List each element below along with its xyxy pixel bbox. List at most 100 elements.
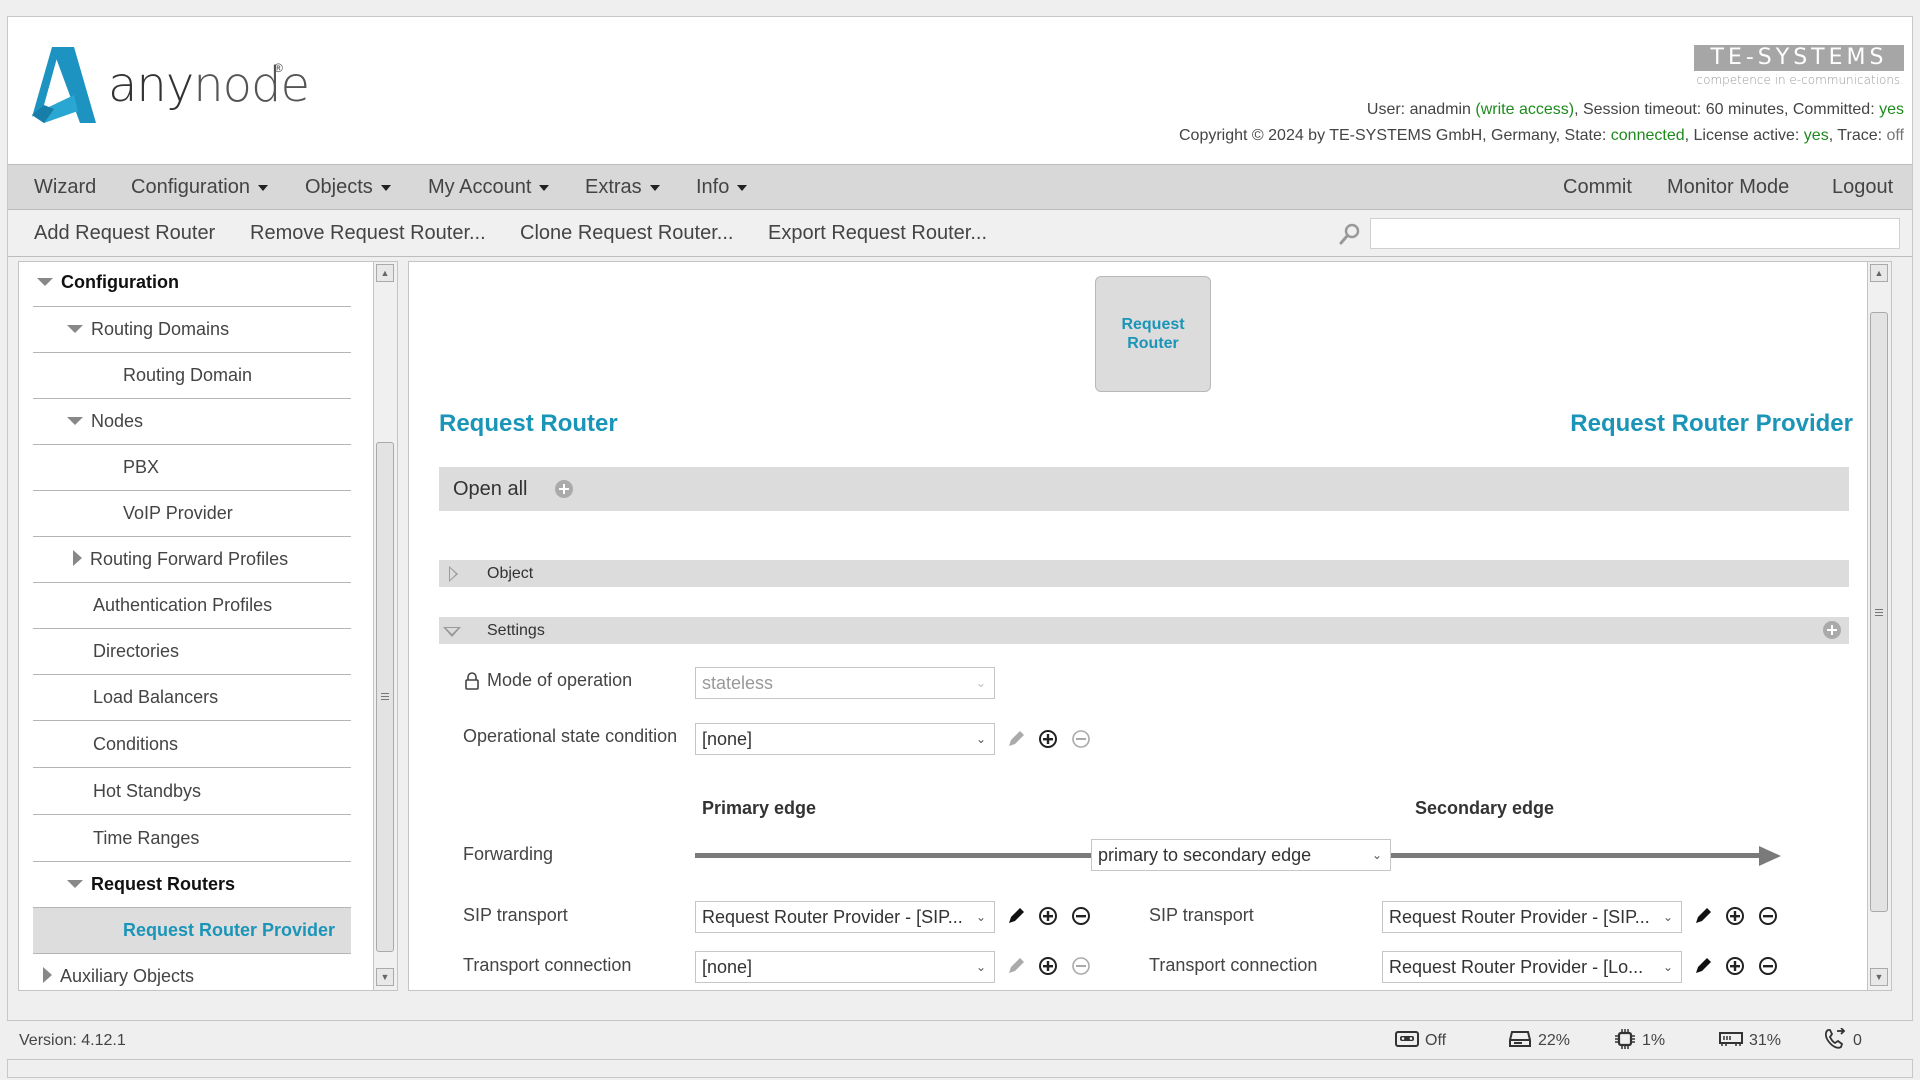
- tree-item-configuration[interactable]: Configuration: [19, 262, 351, 306]
- clone-request-router-button[interactable]: Clone Request Router...: [520, 210, 733, 256]
- add-circle-icon[interactable]: [1724, 955, 1746, 977]
- tree-item-authentication-profiles[interactable]: Authentication Profiles: [33, 583, 351, 629]
- remove-circle-icon[interactable]: [1070, 728, 1092, 750]
- remove-circle-icon[interactable]: [1070, 905, 1092, 927]
- main-scrollbar[interactable]: ▲ ▼: [1868, 261, 1892, 991]
- caret-down-icon: [649, 184, 660, 191]
- scroll-down-button[interactable]: ▼: [376, 968, 394, 986]
- phone-calls-icon: [1824, 1027, 1846, 1049]
- tree-item-routing-forward-profiles[interactable]: Routing Forward Profiles: [33, 537, 351, 583]
- add-circle-icon[interactable]: [1037, 905, 1059, 927]
- tree-item-nodes[interactable]: Nodes: [33, 399, 351, 445]
- remove-request-router-button[interactable]: Remove Request Router...: [250, 210, 486, 256]
- tree-item-load-balancers[interactable]: Load Balancers: [33, 675, 351, 721]
- primary-transport-connection-select[interactable]: [none] ⌄: [695, 951, 995, 983]
- secondary-sip-transport-select[interactable]: Request Router Provider - [SIP... ⌄: [1382, 901, 1682, 933]
- chevron-down-icon: ⌄: [975, 676, 986, 690]
- vendor-tagline: competence in e-communications.: [1696, 73, 1904, 87]
- chevron-down-icon: ⌄: [975, 910, 986, 924]
- menu-wizard[interactable]: Wizard: [34, 165, 96, 210]
- tree-item-directories[interactable]: Directories: [33, 629, 351, 675]
- section-object[interactable]: Object: [439, 560, 1849, 587]
- edit-pencil-icon[interactable]: [1005, 905, 1027, 927]
- memory-usage: 31%: [1719, 1021, 1781, 1061]
- tree-item-conditions[interactable]: Conditions: [33, 722, 351, 768]
- monitor-mode-button[interactable]: Monitor Mode: [1667, 165, 1789, 210]
- sidebar-scrollbar[interactable]: ▲ ▼: [374, 261, 398, 991]
- secondary-sip-transport-label: SIP transport: [1149, 905, 1254, 925]
- chevron-down-icon: ⌄: [1371, 848, 1382, 862]
- chevron-down-icon: ⌄: [975, 732, 986, 746]
- search-input[interactable]: [1370, 218, 1900, 249]
- tree-item-auxiliary-objects[interactable]: Auxiliary Objects: [19, 954, 351, 990]
- menu-my-account[interactable]: My Account: [428, 165, 550, 210]
- tree-item-pbx[interactable]: PBX: [33, 445, 351, 491]
- edit-pencil-icon[interactable]: [1692, 955, 1714, 977]
- tree-item-routing-domains[interactable]: Routing Domains: [33, 307, 351, 353]
- vendor-logo: TE-SYSTEMS: [1694, 45, 1904, 71]
- trace-status: off: [1886, 127, 1905, 144]
- secondary-edge-heading: Secondary edge: [1415, 798, 1555, 818]
- menu-info[interactable]: Info: [696, 165, 748, 210]
- scroll-down-button[interactable]: ▼: [1870, 968, 1888, 986]
- open-all-button[interactable]: Open all: [453, 467, 528, 511]
- navigation-tree: Configuration Routing Domains Routing Do…: [18, 261, 374, 991]
- expand-all-plus-icon[interactable]: [555, 480, 573, 498]
- sidebar-scroll-thumb[interactable]: [376, 442, 394, 952]
- remove-circle-icon[interactable]: [1757, 955, 1779, 977]
- tree-item-request-router-provider[interactable]: Request Router Provider: [33, 908, 351, 954]
- export-request-router-button[interactable]: Export Request Router...: [768, 210, 987, 256]
- operational-state-select[interactable]: [none] ⌄: [695, 723, 995, 755]
- session-info: User: anadmin (write access), Session ti…: [1366, 101, 1904, 118]
- access-level: (write access): [1475, 101, 1575, 118]
- open-all-bar: Open all: [439, 467, 1849, 511]
- request-router-node[interactable]: Request Router: [1095, 276, 1211, 392]
- primary-sip-transport-select[interactable]: Request Router Provider - [SIP... ⌄: [695, 901, 995, 933]
- commit-button[interactable]: Commit: [1563, 165, 1632, 210]
- section-settings[interactable]: Settings: [439, 617, 1849, 644]
- menu-extras[interactable]: Extras: [585, 165, 660, 210]
- forwarding-line-primary: [695, 853, 1101, 858]
- primary-sip-transport-label: SIP transport: [463, 905, 568, 925]
- tree-item-routing-domain[interactable]: Routing Domain: [33, 353, 351, 399]
- lock-icon: [465, 672, 479, 690]
- expanded-triangle-icon: [67, 417, 83, 426]
- tree-item-hot-standbys[interactable]: Hot Standbys: [33, 769, 351, 815]
- scroll-up-button[interactable]: ▲: [1870, 264, 1888, 282]
- edit-pencil-icon[interactable]: [1005, 728, 1027, 750]
- menu-objects[interactable]: Objects: [305, 165, 391, 210]
- tree-item-time-ranges[interactable]: Time Ranges: [33, 816, 351, 862]
- forwarding-arrow-icon: [1759, 846, 1781, 866]
- tree-item-request-routers[interactable]: Request Routers: [33, 862, 351, 908]
- remove-circle-icon[interactable]: [1757, 905, 1779, 927]
- registered-mark: ®: [274, 61, 283, 75]
- main-scroll-thumb[interactable]: [1870, 312, 1888, 912]
- scroll-up-button[interactable]: ▲: [376, 264, 394, 282]
- user-name: anadmin: [1409, 101, 1471, 118]
- caret-down-icon: [257, 184, 268, 191]
- edit-pencil-icon[interactable]: [1692, 905, 1714, 927]
- logout-button[interactable]: Logout: [1832, 165, 1893, 210]
- expand-section-plus-icon[interactable]: [1823, 621, 1841, 639]
- add-circle-icon[interactable]: [1037, 728, 1059, 750]
- primary-transport-connection-label: Transport connection: [463, 955, 632, 975]
- secondary-transport-connection-select[interactable]: Request Router Provider - [Lo... ⌄: [1382, 951, 1682, 983]
- add-circle-icon[interactable]: [1037, 955, 1059, 977]
- tree-item-voip-provider[interactable]: VoIP Provider: [33, 491, 351, 537]
- remove-circle-icon[interactable]: [1070, 955, 1092, 977]
- forwarding-label: Forwarding: [463, 844, 554, 864]
- caret-down-icon: [737, 184, 748, 191]
- recording-cassette-icon: [1395, 1030, 1419, 1047]
- system-info: Copyright © 2024 by TE-SYSTEMS GmbH, Ger…: [1178, 127, 1905, 144]
- menu-configuration[interactable]: Configuration: [131, 165, 268, 210]
- connection-state: connected: [1610, 127, 1685, 144]
- mode-of-operation-select: stateless ⌄: [695, 667, 995, 699]
- object-type-title: Request Router: [439, 410, 618, 437]
- forwarding-direction-select[interactable]: primary to secondary edge ⌄: [1091, 839, 1391, 871]
- collapsed-triangle-icon: [43, 967, 52, 984]
- header: anynode ® TE-SYSTEMS competence in e-com…: [8, 17, 1912, 165]
- anynode-logo-icon: [32, 47, 96, 123]
- edit-pencil-icon[interactable]: [1005, 955, 1027, 977]
- add-circle-icon[interactable]: [1724, 905, 1746, 927]
- add-request-router-button[interactable]: Add Request Router: [34, 210, 215, 256]
